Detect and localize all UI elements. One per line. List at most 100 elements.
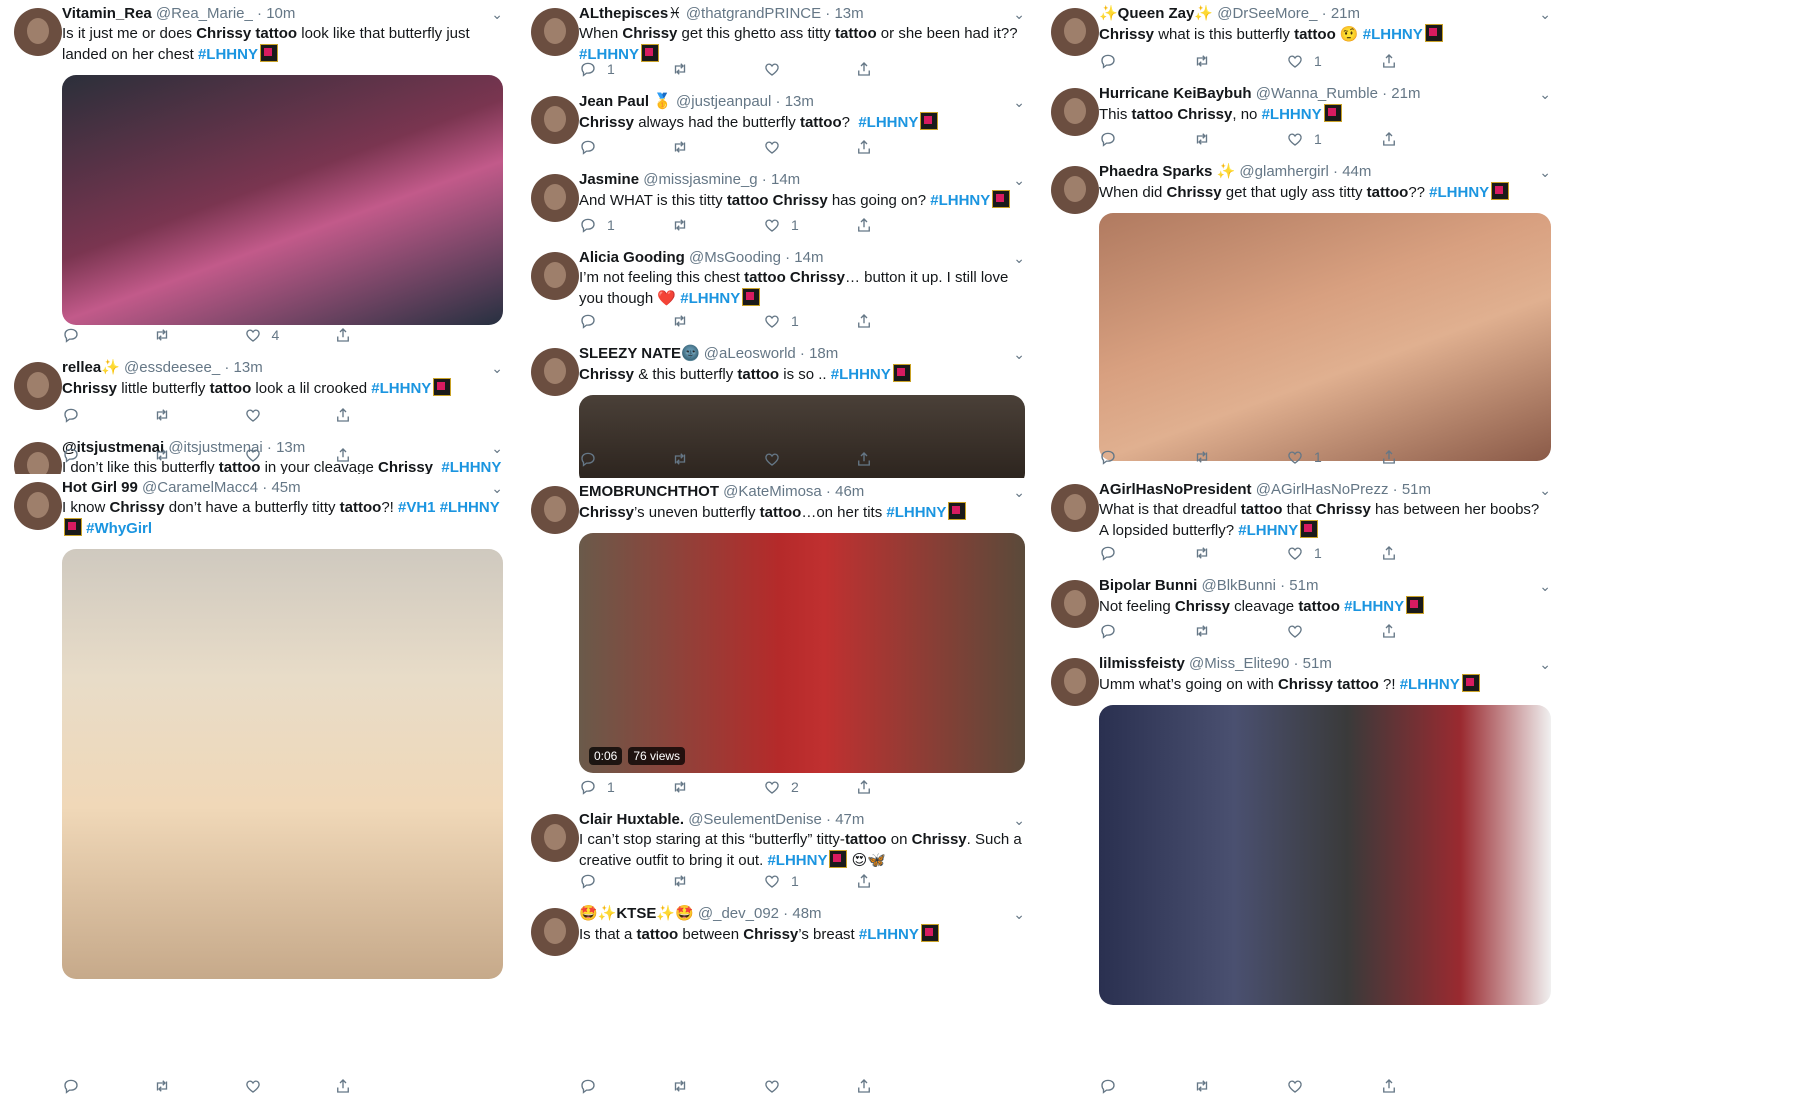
reply-button[interactable]: 1 xyxy=(579,58,671,80)
hashtag-link[interactable]: #LHHNY xyxy=(1344,598,1404,615)
reply-button[interactable] xyxy=(1099,128,1193,150)
hashtag-link[interactable]: #LHHNY xyxy=(440,499,500,516)
timestamp[interactable]: 45m xyxy=(271,479,300,496)
display-name[interactable]: 🤩✨KTSE✨🤩 xyxy=(579,905,694,922)
tweet[interactable]: ⌄ Vitamin_Rea @Rea_Marie_ · 10m Is it just… xyxy=(0,0,515,355)
hashtag-link[interactable]: #LHHNY xyxy=(858,114,918,131)
avatar[interactable] xyxy=(531,348,579,396)
display-name[interactable]: Jasmine xyxy=(579,171,639,188)
user-handle[interactable]: @DrSeeMore_ xyxy=(1213,5,1317,22)
retweet-button[interactable] xyxy=(153,1075,244,1097)
display-name[interactable]: Hurricane KeiBaybuh xyxy=(1099,85,1252,102)
display-name[interactable]: Jean Paul 🥇 xyxy=(579,93,672,110)
avatar[interactable] xyxy=(531,96,579,144)
retweet-button[interactable] xyxy=(1193,620,1287,642)
share-button[interactable] xyxy=(855,448,947,470)
reply-button[interactable] xyxy=(1099,50,1193,72)
share-button[interactable] xyxy=(855,870,947,892)
user-handle[interactable]: @glamhergirl xyxy=(1235,163,1328,180)
timestamp[interactable]: 13m xyxy=(834,5,863,22)
tweet[interactable]: ⌄ ALthepisces♓ @thatgrandPRINCE · 13m When… xyxy=(517,0,1037,89)
reply-button[interactable] xyxy=(1099,1075,1193,1097)
tweet[interactable]: ⌄ @itsjustmenai @itsjustmenai · 13m I don’… xyxy=(0,434,515,475)
media-video-red-blouse[interactable]: 0:06 76 views xyxy=(579,533,1025,773)
like-button[interactable] xyxy=(763,448,855,470)
display-name[interactable]: lilmissfeisty xyxy=(1099,655,1185,672)
reply-button[interactable] xyxy=(62,324,153,346)
user-handle[interactable]: @Wanna_Rumble xyxy=(1252,85,1378,102)
tweet[interactable]: ⌄ rellea✨ @essdeesee_ · 13m Chrissy little… xyxy=(0,354,515,435)
user-handle[interactable]: @Rea_Marie_ xyxy=(152,5,253,22)
user-handle[interactable]: @KateMimosa xyxy=(719,483,822,500)
avatar[interactable] xyxy=(1051,166,1099,214)
tweet[interactable]: ⌄ Jasmine @missjasmine_g · 14m And WHAT is… xyxy=(517,166,1037,245)
share-button[interactable] xyxy=(1380,446,1474,468)
user-handle[interactable]: @aLeosworld xyxy=(700,345,796,362)
hashtag-link[interactable]: #LHHNY xyxy=(1238,522,1298,539)
like-button[interactable] xyxy=(763,136,855,158)
reply-button[interactable] xyxy=(579,1075,671,1097)
retweet-button[interactable] xyxy=(671,136,763,158)
reply-button[interactable] xyxy=(579,870,671,892)
timestamp[interactable]: 14m xyxy=(794,249,823,266)
timestamp[interactable]: 10m xyxy=(266,5,295,22)
like-button[interactable]: 1 xyxy=(1286,542,1380,564)
retweet-button[interactable] xyxy=(671,870,763,892)
share-button[interactable] xyxy=(1380,50,1474,72)
avatar[interactable] xyxy=(531,8,579,56)
share-button[interactable] xyxy=(334,324,425,346)
user-handle[interactable]: @AGirlHasNoPrezz xyxy=(1252,481,1389,498)
hashtag-link[interactable]: #LHHNY xyxy=(198,46,258,63)
avatar[interactable] xyxy=(531,814,579,862)
hashtag-link[interactable]: #LHHNY xyxy=(930,192,990,209)
avatar[interactable] xyxy=(14,482,62,530)
media-photo-woman-shocked[interactable] xyxy=(62,75,503,325)
retweet-button[interactable] xyxy=(153,324,244,346)
avatar[interactable] xyxy=(1051,580,1099,628)
timestamp[interactable]: 14m xyxy=(771,171,800,188)
timestamp[interactable]: 44m xyxy=(1342,163,1371,180)
user-handle[interactable]: @justjeanpaul xyxy=(672,93,771,110)
like-button[interactable]: 1 xyxy=(1286,50,1380,72)
display-name[interactable]: Phaedra Sparks ✨ xyxy=(1099,163,1235,180)
media-photo-closeup[interactable] xyxy=(1099,213,1551,461)
hashtag-link[interactable]: #LHHNY xyxy=(859,926,919,943)
reply-button[interactable] xyxy=(1099,620,1193,642)
share-button[interactable] xyxy=(334,444,425,466)
timestamp[interactable]: 13m xyxy=(785,93,814,110)
like-button[interactable]: 2 xyxy=(763,776,855,798)
tweet[interactable]: ⌄ AGirlHasNoPresident @AGirlHasNoPrezz · … xyxy=(1037,476,1563,573)
retweet-button[interactable] xyxy=(1193,446,1287,468)
share-button[interactable] xyxy=(855,214,947,236)
hashtag-link[interactable]: #LHHNY xyxy=(371,380,431,397)
display-name[interactable]: Clair Huxtable. xyxy=(579,811,684,828)
avatar[interactable] xyxy=(14,8,62,56)
user-handle[interactable]: @essdeesee_ xyxy=(120,359,220,376)
like-button[interactable]: 4 xyxy=(244,324,335,346)
display-name[interactable]: SLEEZY NATE🌚 xyxy=(579,345,700,362)
timestamp[interactable]: 21m xyxy=(1331,5,1360,22)
tweet[interactable]: ⌄ Clair Huxtable. @SeulementDenise · 47m I… xyxy=(517,806,1037,901)
user-handle[interactable]: @Miss_Elite90 xyxy=(1185,655,1289,672)
timestamp[interactable]: 21m xyxy=(1391,85,1420,102)
user-handle[interactable]: @thatgrandPRINCE xyxy=(682,5,821,22)
retweet-button[interactable] xyxy=(671,776,763,798)
reply-button[interactable] xyxy=(579,448,671,470)
avatar[interactable] xyxy=(1051,8,1099,56)
like-button[interactable] xyxy=(244,404,335,426)
display-name[interactable]: Vitamin_Rea xyxy=(62,5,152,22)
share-button[interactable] xyxy=(855,136,947,158)
like-button[interactable]: 1 xyxy=(1286,128,1380,150)
avatar[interactable] xyxy=(14,362,62,410)
reply-button[interactable] xyxy=(579,136,671,158)
reply-button[interactable] xyxy=(1099,542,1193,564)
tweet[interactable]: ⌄ Alicia Gooding @MsGooding · 14m I’m not … xyxy=(517,244,1037,341)
retweet-button[interactable] xyxy=(1193,1075,1287,1097)
avatar[interactable] xyxy=(531,174,579,222)
tweet[interactable]: ⌄ Hurricane KeiBaybuh @Wanna_Rumble · 21m… xyxy=(1037,80,1563,159)
user-handle[interactable]: @SeulementDenise xyxy=(684,811,822,828)
retweet-button[interactable] xyxy=(1193,50,1287,72)
user-handle[interactable]: @missjasmine_g xyxy=(639,171,757,188)
timestamp[interactable]: 18m xyxy=(809,345,838,362)
avatar[interactable] xyxy=(531,908,579,956)
